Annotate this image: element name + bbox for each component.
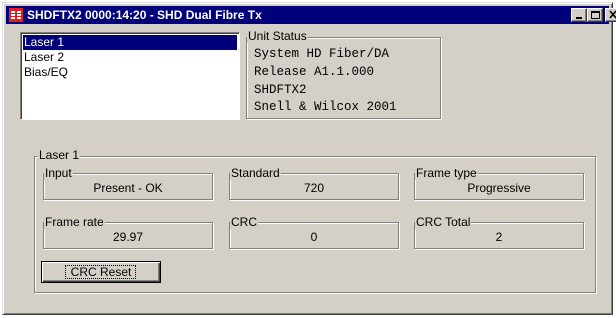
- crc-reset-label: CRC Reset: [70, 265, 132, 279]
- minimize-button[interactable]: [571, 8, 587, 22]
- frame-rate-value: 29.97: [112, 230, 144, 244]
- minimize-icon: [576, 17, 582, 19]
- close-button[interactable]: [605, 8, 616, 22]
- status-line-release: Release A1.1.000: [254, 65, 375, 79]
- crc-total-label: CRC Total: [415, 215, 472, 229]
- input-label: Input: [44, 166, 73, 180]
- list-item-bias-eq[interactable]: Bias/EQ: [23, 65, 237, 80]
- laser-group-legend: Laser 1: [38, 148, 81, 162]
- crc-reset-button[interactable]: CRC Reset: [41, 261, 161, 283]
- crc-total-value: 2: [495, 230, 503, 244]
- maximize-button[interactable]: [587, 8, 603, 22]
- frame-rate-label: Frame rate: [44, 215, 105, 229]
- status-line-model: SHDFTX2: [254, 83, 307, 97]
- app-icon[interactable]: [9, 8, 23, 22]
- channel-listbox[interactable]: Laser 1 Laser 2 Bias/EQ: [20, 32, 240, 120]
- window-title: SHDFTX2 0000:14:20 - SHD Dual Fibre Tx: [27, 8, 262, 22]
- status-line-copyright: Snell & Wilcox 2001: [254, 100, 397, 114]
- status-line-system: System HD Fiber/DA: [254, 47, 390, 61]
- standard-label: Standard: [230, 166, 281, 180]
- unit-status-legend: Unit Status: [247, 29, 308, 43]
- frame-type-value: Progressive: [467, 181, 531, 195]
- crc-value: 0: [310, 230, 318, 244]
- list-item-laser-1[interactable]: Laser 1: [23, 35, 237, 50]
- crc-label: CRC: [230, 215, 258, 229]
- input-value: Present - OK: [93, 181, 163, 195]
- maximize-icon: [591, 11, 600, 19]
- standard-value: 720: [303, 181, 325, 195]
- title-bar[interactable]: SHDFTX2 0000:14:20 - SHD Dual Fibre Tx: [6, 6, 616, 24]
- list-item-laser-2[interactable]: Laser 2: [23, 50, 237, 65]
- close-icon: [609, 10, 616, 19]
- frame-type-label: Frame type: [415, 166, 478, 180]
